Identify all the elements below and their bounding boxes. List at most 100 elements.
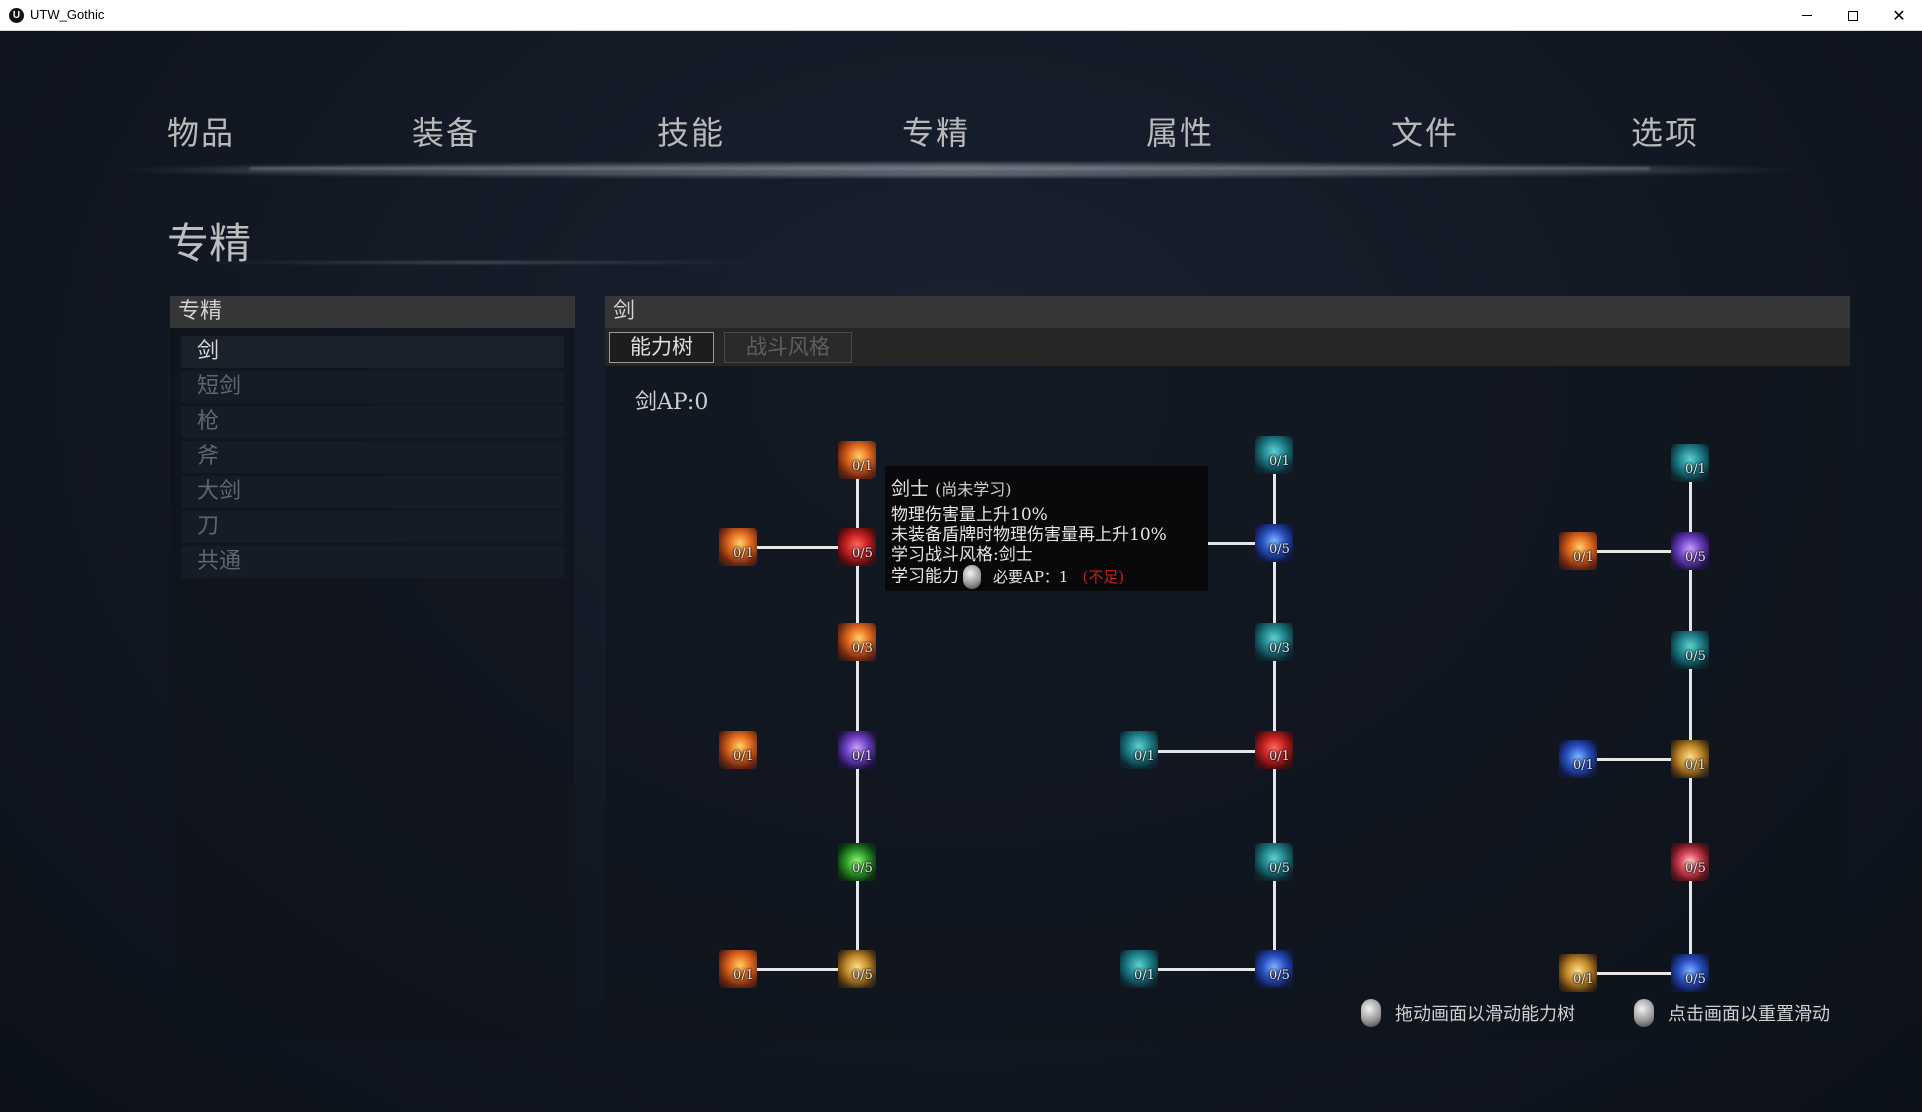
- node-count: 0/5: [1685, 550, 1706, 565]
- category-item-axe[interactable]: 斧: [181, 441, 564, 473]
- node-count: 0/3: [1269, 641, 1290, 656]
- drag-hint: 拖动画面以滑动能力树: [1357, 999, 1575, 1027]
- skill-node[interactable]: 0/1: [1255, 436, 1293, 474]
- skill-node[interactable]: 0/5: [1671, 532, 1709, 570]
- category-item-blade[interactable]: 刀: [181, 511, 564, 543]
- skill-node[interactable]: 0/5: [1255, 524, 1293, 562]
- tooltip-effect-line: 未装备盾牌时物理伤害量再上升10%: [891, 525, 1167, 545]
- close-button[interactable]: ✕: [1876, 0, 1922, 31]
- skill-node[interactable]: 0/1: [1120, 731, 1158, 769]
- nav-divider-line: [250, 167, 1650, 170]
- skill-node[interactable]: 0/5: [838, 950, 876, 988]
- node-count: 0/5: [1685, 649, 1706, 664]
- category-item-spear[interactable]: 枪: [181, 406, 564, 438]
- nav-tab-equipment[interactable]: 装备: [412, 108, 480, 154]
- window-titlebar: U UTW_Gothic ✕: [0, 0, 1922, 31]
- list-header: 专精: [170, 296, 575, 328]
- title-underline: [200, 261, 760, 264]
- mouse-drag-icon: [1361, 999, 1381, 1027]
- skill-node[interactable]: 0/1: [719, 950, 757, 988]
- nav-divider: [110, 163, 1810, 177]
- specialization-list-panel: 专精 剑 短剑 枪 斧 大剑 刀 共通: [170, 296, 575, 1042]
- node-count: 0/1: [1573, 972, 1594, 987]
- maximize-button[interactable]: [1830, 0, 1876, 31]
- node-count: 0/1: [1685, 758, 1706, 773]
- node-count: 0/1: [1269, 454, 1290, 469]
- skill-node-swordsman[interactable]: 0/1: [838, 441, 876, 479]
- minimize-button[interactable]: [1784, 0, 1830, 31]
- node-count: 0/1: [1269, 749, 1290, 764]
- node-count: 0/5: [1269, 968, 1290, 983]
- minimize-icon: [1802, 15, 1812, 16]
- skill-node[interactable]: 0/1: [1559, 532, 1597, 570]
- ability-tree-canvas[interactable]: 剑AP:0 0/1 0/5 0/3 0/1 0/5 0/5 0/1 0/1 0/…: [605, 296, 1850, 1042]
- nav-tab-items[interactable]: 物品: [167, 108, 235, 154]
- skill-node[interactable]: 0/3: [838, 623, 876, 661]
- ap-required: 必要AP：1: [993, 567, 1069, 586]
- node-count: 0/1: [1573, 758, 1594, 773]
- node-count: 0/3: [852, 641, 873, 656]
- skill-node[interactable]: 0/5: [1671, 954, 1709, 992]
- skill-node[interactable]: 0/1: [1120, 950, 1158, 988]
- ap-insufficient-warning: (不足): [1082, 567, 1125, 586]
- maximize-icon: [1848, 10, 1858, 21]
- skill-node[interactable]: 0/1: [838, 731, 876, 769]
- mouse-click-icon: [1634, 999, 1654, 1027]
- unreal-logo-icon: U: [9, 8, 24, 23]
- tooltip-learn-row: 学习能力 必要AP：1 (不足): [891, 565, 1202, 589]
- node-count: 0/5: [852, 546, 873, 561]
- nav-tab-options[interactable]: 选项: [1631, 108, 1699, 154]
- category-item-greatsword[interactable]: 大剑: [181, 476, 564, 508]
- mouse-left-click-icon: [963, 565, 981, 589]
- node-count: 0/1: [733, 546, 754, 561]
- skill-node[interactable]: 0/5: [1255, 843, 1293, 881]
- nav-tab-specialization[interactable]: 专精: [902, 108, 970, 154]
- click-hint: 点击画面以重置滑动: [1630, 999, 1830, 1027]
- skill-node[interactable]: 0/1: [1559, 740, 1597, 778]
- skill-node[interactable]: 0/5: [1255, 950, 1293, 988]
- category-item-common[interactable]: 共通: [181, 546, 564, 578]
- skill-node[interactable]: 0/1: [1559, 954, 1597, 992]
- skill-node[interactable]: 0/5: [838, 528, 876, 566]
- category-item-short-sword[interactable]: 短剑: [181, 371, 564, 403]
- node-count: 0/1: [1573, 550, 1594, 565]
- tooltip-title: 剑士 (尚未学习): [891, 474, 1202, 501]
- skill-tooltip: 剑士 (尚未学习) 物理伤害量上升10% 未装备盾牌时物理伤害量再上升10% 学…: [885, 466, 1208, 591]
- tooltip-skill-name: 剑士: [891, 478, 930, 500]
- tooltip-status: (尚未学习): [935, 480, 1012, 499]
- node-count: 0/5: [1685, 861, 1706, 876]
- skill-node[interactable]: 0/1: [1255, 731, 1293, 769]
- node-count: 0/1: [1134, 749, 1155, 764]
- node-count: 0/5: [1269, 542, 1290, 557]
- node-count: 0/1: [1685, 462, 1706, 477]
- node-count: 0/1: [852, 749, 873, 764]
- tooltip-effect-line: 物理伤害量上升10%: [891, 505, 1048, 525]
- skill-node[interactable]: 0/1: [719, 731, 757, 769]
- skill-node[interactable]: 0/3: [1255, 623, 1293, 661]
- node-count: 0/5: [852, 861, 873, 876]
- node-count: 0/5: [852, 968, 873, 983]
- skill-node[interactable]: 0/5: [1671, 631, 1709, 669]
- tooltip-effect-line: 学习战斗风格:剑士: [891, 545, 1033, 565]
- top-nav: 物品 装备 技能 专精 属性 文件 选项: [0, 108, 1922, 168]
- nav-tab-attributes[interactable]: 属性: [1146, 108, 1214, 154]
- node-count: 0/1: [733, 968, 754, 983]
- skill-node[interactable]: 0/1: [1671, 444, 1709, 482]
- skill-tree-panel: 剑 能力树 战斗风格 剑AP:0 0/1 0/5 0/3 0/1 0/5 0/5…: [605, 296, 1850, 1042]
- nav-tab-files[interactable]: 文件: [1391, 108, 1459, 154]
- category-item-sword[interactable]: 剑: [181, 336, 564, 368]
- node-count: 0/5: [1685, 972, 1706, 987]
- node-count: 0/1: [852, 459, 873, 474]
- node-count: 0/1: [733, 749, 754, 764]
- learn-label: 学习能力: [891, 566, 959, 587]
- skill-node[interactable]: 0/1: [719, 528, 757, 566]
- skill-node[interactable]: 0/5: [1671, 843, 1709, 881]
- node-count: 0/1: [1134, 968, 1155, 983]
- skill-node[interactable]: 0/1: [1671, 740, 1709, 778]
- skill-node[interactable]: 0/5: [838, 843, 876, 881]
- drag-hint-text: 拖动画面以滑动能力树: [1395, 1004, 1575, 1025]
- window-title: UTW_Gothic: [30, 7, 105, 22]
- nav-tab-skills[interactable]: 技能: [657, 108, 725, 154]
- ap-counter: 剑AP:0: [635, 390, 709, 415]
- click-hint-text: 点击画面以重置滑动: [1668, 1004, 1830, 1025]
